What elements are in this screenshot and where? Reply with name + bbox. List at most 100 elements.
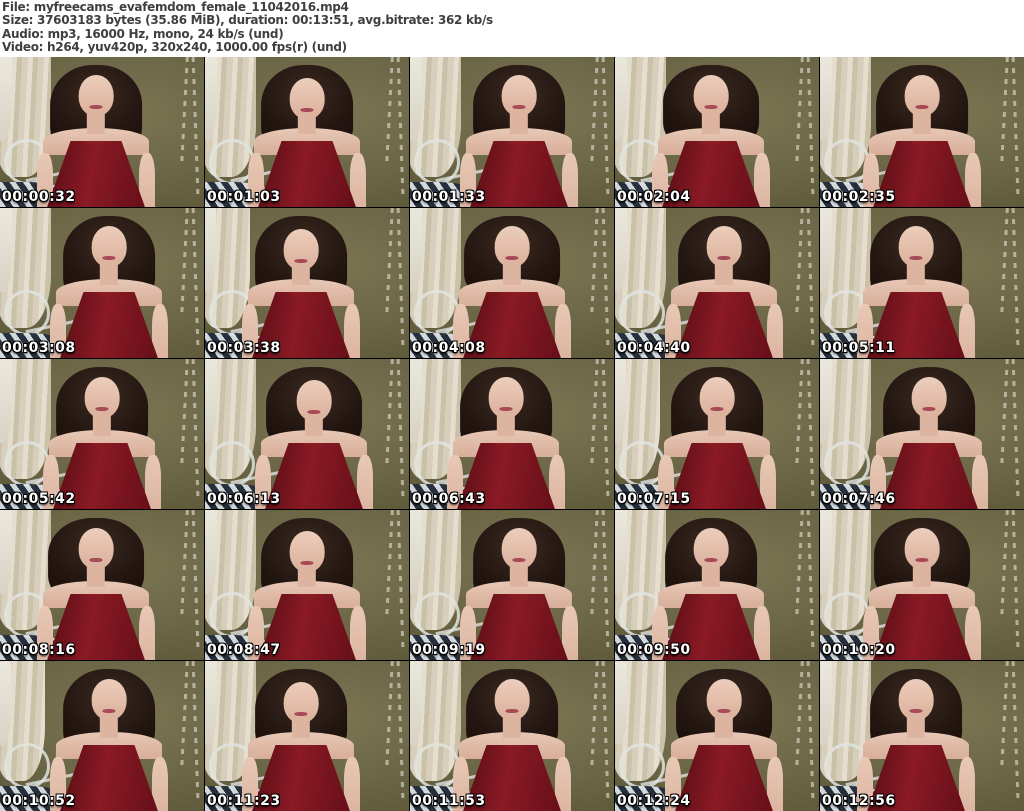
person-silhouette xyxy=(622,661,819,811)
timestamp-label: 00:01:33 xyxy=(412,189,486,205)
face-shape xyxy=(78,528,114,569)
person-silhouette xyxy=(205,57,409,207)
face-shape xyxy=(904,528,940,569)
video-frame-thumbnail: 00:12:24 xyxy=(615,661,819,811)
video-frame-thumbnail: 00:08:47 xyxy=(205,510,409,660)
timestamp-label: 00:02:35 xyxy=(822,189,896,205)
file-size-line: Size: 37603183 bytes (35.86 MiB), durati… xyxy=(2,13,493,28)
face-shape xyxy=(289,531,325,572)
video-frame-thumbnail: 00:04:08 xyxy=(410,208,614,358)
face-shape xyxy=(283,229,319,270)
face-shape xyxy=(501,75,537,116)
face-shape xyxy=(693,75,729,116)
face-shape xyxy=(501,528,537,569)
person-silhouette xyxy=(205,208,403,358)
timestamp-label: 00:08:16 xyxy=(2,642,76,658)
video-frame-thumbnail: 00:02:35 xyxy=(820,57,1024,207)
person-silhouette xyxy=(0,510,198,660)
video-frame-thumbnail: 00:09:19 xyxy=(410,510,614,660)
timestamp-label: 00:03:38 xyxy=(207,340,281,356)
person-silhouette xyxy=(820,208,1018,358)
person-silhouette xyxy=(410,661,614,811)
timestamp-label: 00:11:53 xyxy=(412,793,486,809)
timestamp-label: 00:04:08 xyxy=(412,340,486,356)
face-shape xyxy=(898,226,934,267)
face-shape xyxy=(699,377,735,418)
face-shape xyxy=(283,682,319,723)
timestamp-label: 00:06:13 xyxy=(207,491,281,507)
timestamp-label: 00:08:47 xyxy=(207,642,281,658)
face-shape xyxy=(706,226,742,267)
timestamp-label: 00:11:23 xyxy=(207,793,281,809)
video-frame-thumbnail: 00:10:20 xyxy=(820,510,1024,660)
video-info-line: Video: h264, yuv420p, 320x240, 1000.00 f… xyxy=(2,40,347,55)
video-frame-thumbnail: 00:01:33 xyxy=(410,57,614,207)
media-info-header: File: myfreecams_evafemdom_female_110420… xyxy=(0,0,1024,57)
timestamp-label: 00:04:40 xyxy=(617,340,691,356)
timestamp-label: 00:10:52 xyxy=(2,793,76,809)
face-shape xyxy=(898,679,934,720)
person-silhouette xyxy=(7,208,204,358)
timestamp-label: 00:06:43 xyxy=(412,491,486,507)
person-silhouette xyxy=(820,510,1024,660)
person-silhouette xyxy=(410,359,608,509)
person-silhouette xyxy=(417,510,614,660)
face-shape xyxy=(911,377,947,418)
face-shape xyxy=(706,679,742,720)
person-silhouette xyxy=(0,57,198,207)
person-silhouette xyxy=(827,359,1024,509)
video-frame-thumbnail: 00:08:16 xyxy=(0,510,204,660)
timestamp-label: 00:05:42 xyxy=(2,491,76,507)
timestamp-label: 00:02:04 xyxy=(617,189,691,205)
person-silhouette xyxy=(417,57,614,207)
person-silhouette xyxy=(212,359,409,509)
video-frame-thumbnail: 00:07:15 xyxy=(615,359,819,509)
video-frame-thumbnail: 00:06:13 xyxy=(205,359,409,509)
person-silhouette xyxy=(205,661,403,811)
timestamp-label: 00:12:56 xyxy=(822,793,896,809)
timestamp-label: 00:12:24 xyxy=(617,793,691,809)
video-frame-thumbnail: 00:05:11 xyxy=(820,208,1024,358)
video-frame-thumbnail: 00:01:03 xyxy=(205,57,409,207)
face-shape xyxy=(91,226,127,267)
person-silhouette xyxy=(615,57,813,207)
face-shape xyxy=(904,75,940,116)
video-frame-thumbnail: 00:02:04 xyxy=(615,57,819,207)
video-frame-thumbnail: 00:07:46 xyxy=(820,359,1024,509)
timestamp-label: 00:03:08 xyxy=(2,340,76,356)
video-frame-thumbnail: 00:03:08 xyxy=(0,208,204,358)
face-shape xyxy=(296,380,332,421)
thumbnail-grid: 00:00:32 00:01:03 00:01:33 00:02:04 00:0… xyxy=(0,57,1024,811)
file-name-line: File: myfreecams_evafemdom_female_110420… xyxy=(2,0,349,14)
face-shape xyxy=(494,679,530,720)
timestamp-label: 00:07:15 xyxy=(617,491,691,507)
audio-info-line: Audio: mp3, 16000 Hz, mono, 24 kb/s (und… xyxy=(2,26,284,41)
video-frame-thumbnail: 00:06:43 xyxy=(410,359,614,509)
face-shape xyxy=(289,78,325,119)
video-frame-thumbnail: 00:04:40 xyxy=(615,208,819,358)
timestamp-label: 00:07:46 xyxy=(822,491,896,507)
person-silhouette xyxy=(0,359,204,509)
person-silhouette xyxy=(820,661,1018,811)
face-shape xyxy=(91,679,127,720)
person-silhouette xyxy=(205,510,409,660)
person-silhouette xyxy=(7,661,204,811)
timestamp-label: 00:09:50 xyxy=(617,642,691,658)
video-frame-thumbnail: 00:00:32 xyxy=(0,57,204,207)
video-frame-thumbnail: 00:11:23 xyxy=(205,661,409,811)
video-frame-thumbnail: 00:10:52 xyxy=(0,661,204,811)
person-silhouette xyxy=(615,510,813,660)
timestamp-label: 00:05:11 xyxy=(822,340,896,356)
video-contact-sheet: File: myfreecams_evafemdom_female_110420… xyxy=(0,0,1024,811)
timestamp-label: 00:01:03 xyxy=(207,189,281,205)
face-shape xyxy=(693,528,729,569)
video-frame-thumbnail: 00:12:56 xyxy=(820,661,1024,811)
person-silhouette xyxy=(622,208,819,358)
video-frame-thumbnail: 00:09:50 xyxy=(615,510,819,660)
person-silhouette xyxy=(820,57,1024,207)
face-shape xyxy=(78,75,114,116)
face-shape xyxy=(488,377,524,418)
face-shape xyxy=(494,226,530,267)
video-frame-thumbnail: 00:05:42 xyxy=(0,359,204,509)
face-shape xyxy=(84,377,120,418)
